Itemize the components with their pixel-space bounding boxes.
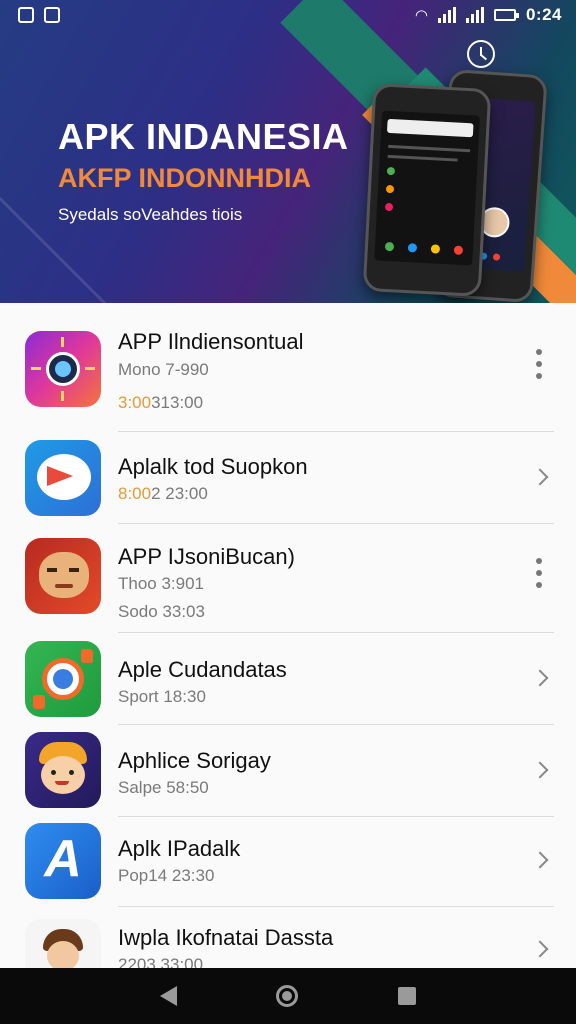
app-name: Aphlice Sorigay — [118, 748, 271, 773]
list-item[interactable]: Iwpla Ikofnatai Dassta 2203 33:00 — [0, 907, 576, 968]
list-item[interactable]: APP Ilndiensontual Mono 7-990 3:00313:00 — [0, 303, 576, 432]
cartoon-boy-app-icon — [25, 732, 101, 808]
battery-icon — [493, 9, 519, 21]
hero-title: APK INDANESIA — [58, 116, 349, 157]
list-item[interactable]: A Aplk IPadalk Pop14 23:30 — [0, 817, 576, 907]
back-icon[interactable] — [159, 986, 177, 1006]
chevron-right-icon[interactable] — [531, 669, 549, 687]
chevron-right-icon[interactable] — [531, 468, 549, 486]
chevron-right-icon[interactable] — [531, 851, 549, 869]
cartoon-character-app-icon — [25, 919, 101, 968]
app-meta: Sodo 33:03 — [118, 602, 205, 621]
status-bar: ◠ 0:24 — [0, 0, 576, 30]
phone-illustration-front — [362, 83, 492, 297]
app-meta: 3:00313:00 — [118, 393, 204, 412]
app-meta: Sport 18:30 — [118, 687, 206, 706]
app-meta: 8:002 23:00 — [118, 484, 208, 503]
app-name: APP IJsoniBucan) — [118, 544, 295, 569]
notification-icon — [18, 7, 34, 23]
lens-app-icon — [25, 331, 101, 407]
app-name: Aple Cudandatas — [118, 657, 287, 682]
wifi-icon: ◠ — [414, 7, 428, 24]
more-options-icon[interactable] — [536, 558, 542, 594]
clock-icon[interactable] — [467, 40, 495, 68]
app-name: Aplalk tod Suopkon — [118, 454, 308, 479]
app-meta: 2203 33:00 — [118, 955, 204, 968]
hero-tagline: Syedals soVeahdes tiois — [58, 205, 243, 224]
home-icon[interactable] — [276, 985, 299, 1007]
hero-banner[interactable]: APK INDANESIA AKFP INDONNHDIA Syedals so… — [0, 0, 576, 303]
app-meta: Pop14 23:30 — [118, 866, 215, 885]
recent-apps-icon[interactable] — [398, 987, 417, 1005]
clipboard-icon — [44, 7, 60, 23]
app-name: Iwpla Ikofnatai Dassta — [118, 925, 334, 950]
hero-subtitle: AKFP INDONNHDIA — [58, 163, 312, 193]
list-item[interactable]: Aphlice Sorigay Salpe 58:50 — [0, 725, 576, 817]
app-meta: Mono 7-990 — [118, 360, 209, 379]
app-name: APP Ilndiensontual — [118, 329, 304, 354]
app-list: APP Ilndiensontual Mono 7-990 3:00313:00… — [0, 303, 576, 968]
signal-icon — [465, 7, 484, 23]
navigation-bar — [0, 968, 576, 1024]
app-name: Aplk IPadalk — [118, 836, 241, 861]
list-item[interactable]: Aple Cudandatas Sport 18:30 — [0, 633, 576, 725]
app-meta: Salpe 58:50 — [118, 778, 209, 797]
camera-ring-app-icon — [25, 641, 101, 717]
app-meta: Thoo 3:901 — [118, 574, 205, 593]
signal-icon — [437, 7, 456, 23]
list-item[interactable]: Aplalk tod Suopkon 8:002 23:00 — [0, 432, 576, 524]
cat-face-app-icon — [25, 538, 101, 614]
list-item[interactable]: APP IJsoniBucan) Thoo 3:901 Sodo 33:03 — [0, 524, 576, 633]
message-bird-app-icon — [25, 440, 101, 516]
status-time: 0:24 — [525, 5, 562, 24]
chevron-right-icon[interactable] — [531, 940, 549, 958]
more-options-icon[interactable] — [536, 349, 542, 385]
letter-a-app-icon: A — [25, 823, 101, 899]
chevron-right-icon[interactable] — [531, 761, 549, 779]
